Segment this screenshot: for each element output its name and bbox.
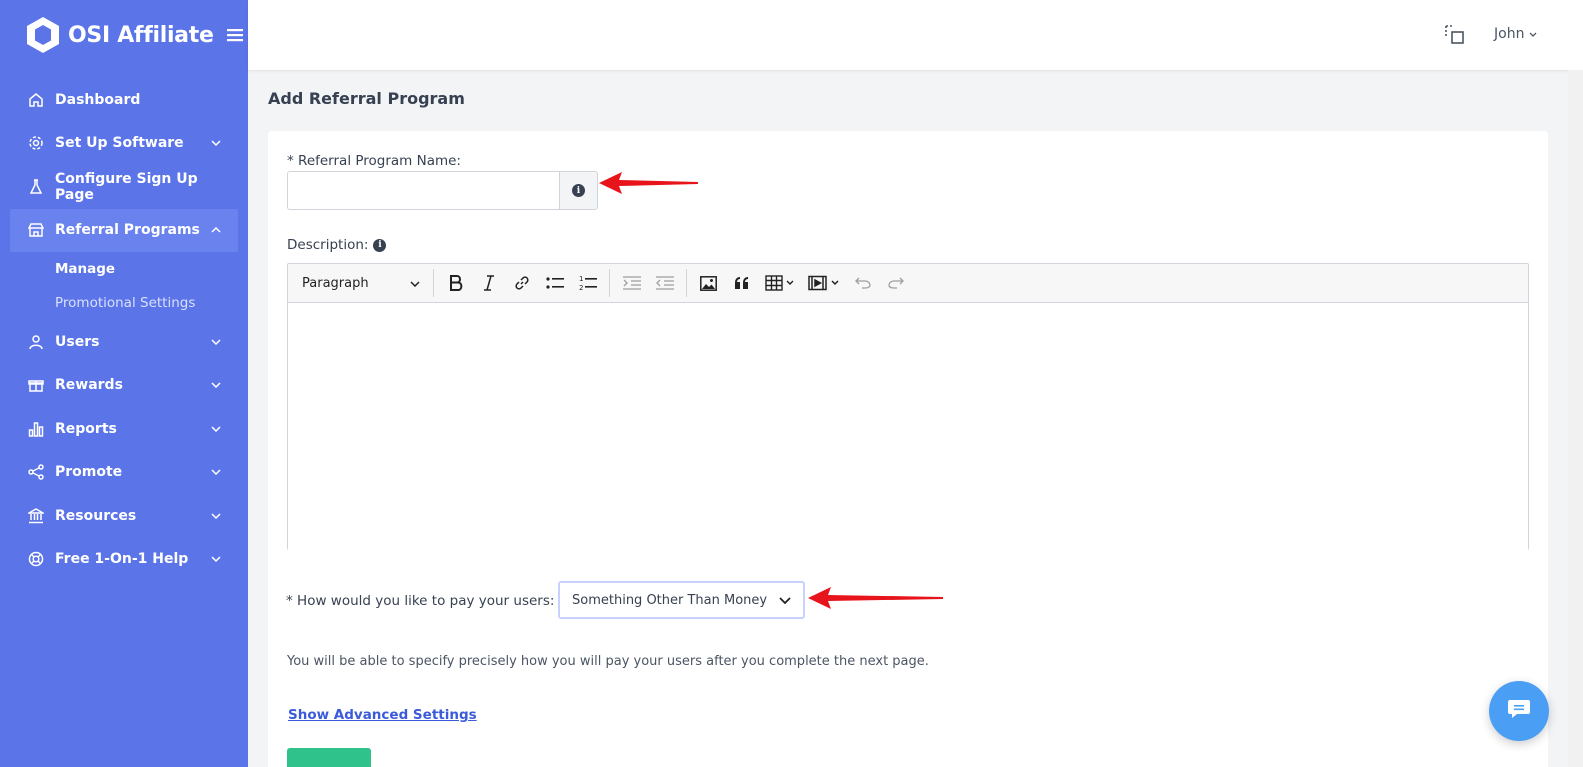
sidebar-item-promote[interactable]: Promote xyxy=(0,451,248,495)
show-advanced-settings-link[interactable]: Show Advanced Settings xyxy=(288,707,477,723)
sidebar-item-label: Promote xyxy=(55,464,123,481)
link-icon[interactable] xyxy=(507,268,536,298)
numbered-list-icon[interactable]: 12 xyxy=(573,268,602,298)
chevron-down-icon xyxy=(210,379,222,391)
chevron-down-icon xyxy=(779,593,791,608)
sidebar-item-label: Reports xyxy=(55,420,117,437)
red-arrow-annotation xyxy=(808,587,943,609)
sidebar-subitem-promotional-settings[interactable]: Promotional Settings xyxy=(0,286,248,320)
bank-icon xyxy=(27,507,45,525)
sidebar-item-reports[interactable]: Reports xyxy=(0,407,248,451)
description-label-row: Description: i xyxy=(287,237,387,253)
chevron-up-icon xyxy=(210,224,222,236)
redo-icon[interactable] xyxy=(881,268,910,298)
sidebar-item-label: Dashboard xyxy=(55,91,141,108)
description-label: Description: xyxy=(287,237,369,253)
sidebar-item-rewards[interactable]: Rewards xyxy=(0,364,248,408)
sidebar: OSI Affiliate Dashboard Set Up Software … xyxy=(0,0,248,767)
italic-icon[interactable] xyxy=(474,268,503,298)
brand: OSI Affiliate xyxy=(0,0,248,70)
sidebar-item-label: Rewards xyxy=(55,377,123,394)
chat-widget-button[interactable] xyxy=(1489,681,1549,741)
page-scrollbar[interactable] xyxy=(1568,70,1583,767)
chevron-down-icon xyxy=(210,423,222,435)
chevron-down-icon xyxy=(1529,29,1537,40)
topbar: John xyxy=(248,0,1583,70)
gear-icon xyxy=(27,134,45,152)
sidebar-item-label: Set Up Software xyxy=(55,135,184,152)
store-icon xyxy=(27,221,45,239)
referral-program-name-input[interactable] xyxy=(287,171,559,210)
sidebar-item-label: Free 1-On-1 Help xyxy=(55,551,189,568)
editor-toolbar: Paragraph 12 xyxy=(288,264,1528,303)
image-icon[interactable] xyxy=(694,268,723,298)
bold-icon[interactable] xyxy=(441,268,470,298)
sidebar-subitem-manage[interactable]: Manage xyxy=(0,252,248,286)
bar-chart-icon xyxy=(27,420,45,438)
undo-icon[interactable] xyxy=(848,268,877,298)
svg-text:1: 1 xyxy=(579,275,583,283)
media-embed-icon[interactable] xyxy=(804,268,844,298)
sidebar-item-users[interactable]: Users xyxy=(0,320,248,364)
sidebar-item-dashboard[interactable]: Dashboard xyxy=(0,78,248,122)
page-title: Add Referral Program xyxy=(268,89,465,108)
sidebar-item-label: Resources xyxy=(55,507,137,524)
chevron-down-icon xyxy=(210,137,222,149)
chat-icon xyxy=(1507,699,1531,723)
editor-content-area[interactable] xyxy=(288,303,1528,550)
home-icon xyxy=(27,91,45,109)
pay-help-text: You will be able to specify precisely ho… xyxy=(287,654,929,669)
heading-select-value: Paragraph xyxy=(302,275,369,291)
referral-program-name-label: * Referral Program Name: xyxy=(287,153,461,169)
chevron-down-icon xyxy=(410,276,420,291)
hamburger-menu-icon[interactable] xyxy=(226,25,243,45)
sidebar-item-label: Referral Programs xyxy=(55,222,200,239)
chevron-down-icon xyxy=(210,510,222,522)
sidebar-item-free-help[interactable]: Free 1-On-1 Help xyxy=(0,538,248,582)
sidebar-item-set-up-software[interactable]: Set Up Software xyxy=(0,122,248,166)
sidebar-item-label: Configure Sign Up Page xyxy=(55,170,198,203)
referral-programs-submenu: Manage Promotional Settings xyxy=(0,252,248,320)
description-editor: Paragraph 12 xyxy=(287,263,1529,550)
info-glyph: i xyxy=(572,184,585,197)
heading-select[interactable]: Paragraph xyxy=(294,268,428,298)
gift-icon xyxy=(27,376,45,394)
info-icon[interactable]: i xyxy=(559,171,598,210)
indent-icon[interactable] xyxy=(617,268,646,298)
chevron-down-icon xyxy=(210,336,222,348)
chevron-down-icon xyxy=(210,466,222,478)
outdent-icon[interactable] xyxy=(650,268,679,298)
osi-logo-icon[interactable] xyxy=(24,16,62,54)
red-arrow-annotation xyxy=(599,172,698,194)
brand-name[interactable]: OSI Affiliate xyxy=(68,23,214,48)
sidebar-item-configure-sign-up-page[interactable]: Configure Sign Up Page xyxy=(0,165,248,209)
chevron-down-icon xyxy=(210,553,222,565)
user-menu[interactable]: John xyxy=(1494,26,1537,42)
share-icon xyxy=(27,463,45,481)
user-name: John xyxy=(1494,26,1525,42)
sidebar-item-resources[interactable]: Resources xyxy=(0,494,248,538)
toolbar-separator xyxy=(433,269,434,297)
blockquote-icon[interactable] xyxy=(727,268,756,298)
submit-button[interactable] xyxy=(287,748,371,767)
pay-users-label: * How would you like to pay your users: xyxy=(286,593,555,609)
toolbar-separator xyxy=(609,269,610,297)
svg-text:2: 2 xyxy=(579,284,583,291)
referral-program-name-group: i xyxy=(287,171,598,210)
pay-users-select-value: Something Other Than Money xyxy=(572,592,768,608)
sidebar-nav: Dashboard Set Up Software Configure Sign… xyxy=(0,70,248,581)
form-card: * Referral Program Name: i Description: … xyxy=(268,131,1548,767)
flask-icon xyxy=(27,178,45,196)
info-icon[interactable]: i xyxy=(373,238,387,252)
sidebar-item-label: Users xyxy=(55,333,100,350)
toolbar-separator xyxy=(686,269,687,297)
pay-users-select[interactable]: Something Other Than Money xyxy=(558,581,805,619)
table-icon[interactable] xyxy=(760,268,800,298)
bulleted-list-icon[interactable] xyxy=(540,268,569,298)
fullscreen-icon[interactable] xyxy=(1445,25,1465,45)
lifebuoy-icon xyxy=(27,550,45,568)
user-icon xyxy=(27,333,45,351)
sidebar-item-referral-programs[interactable]: Referral Programs xyxy=(10,208,238,252)
